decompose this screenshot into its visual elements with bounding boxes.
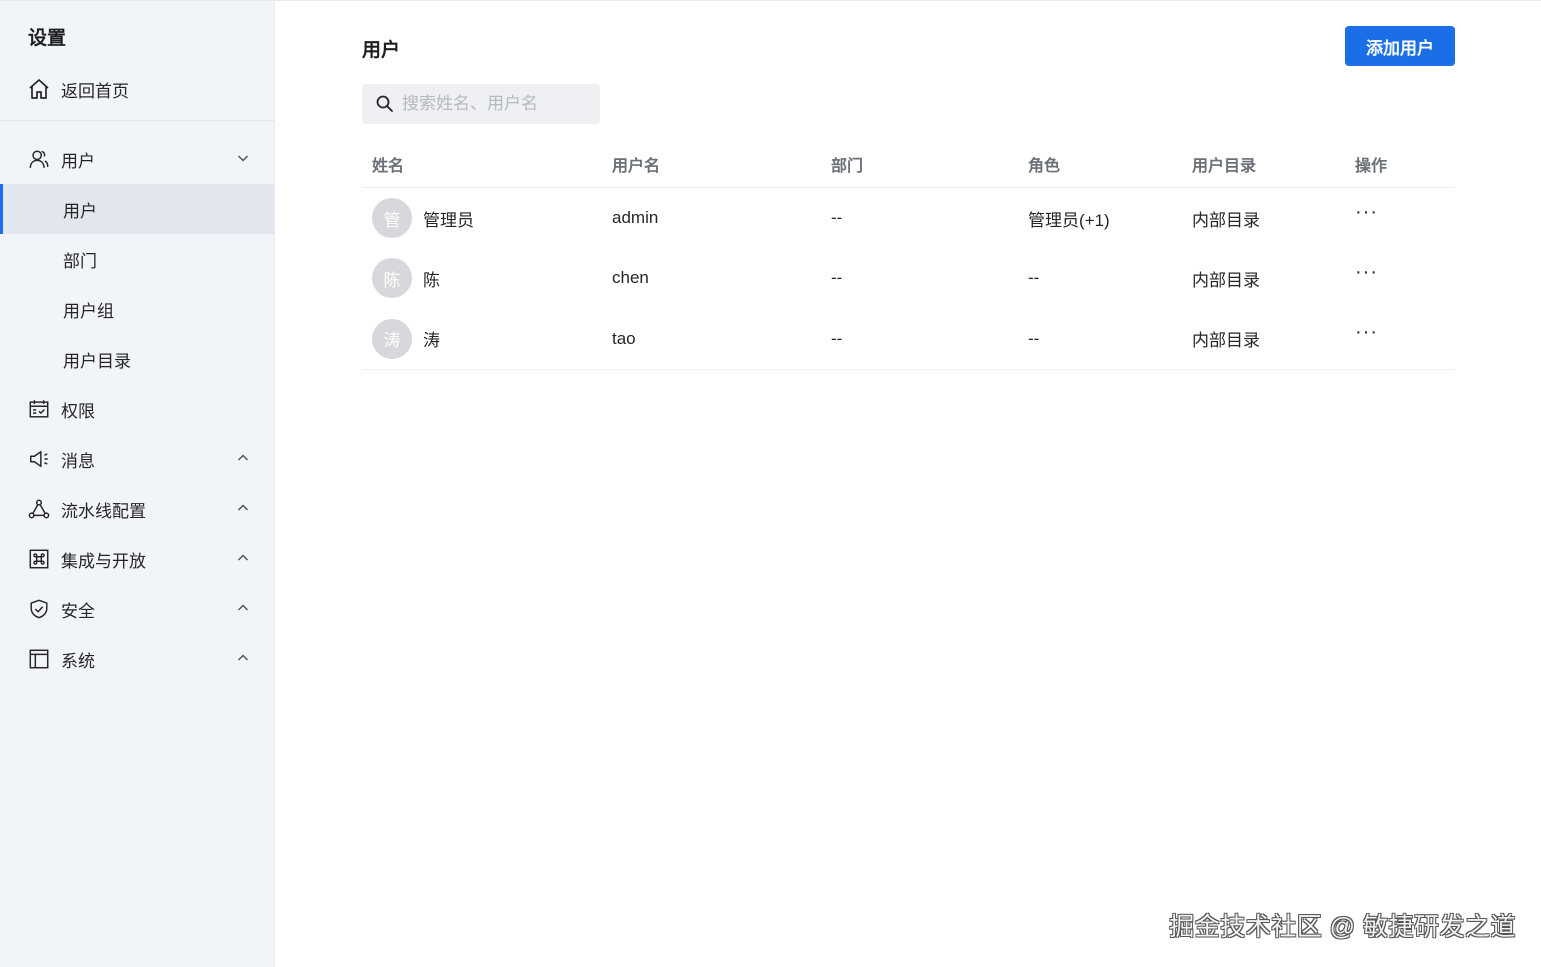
- chevron-up-icon: [237, 554, 249, 561]
- cell-username: tao: [612, 328, 636, 348]
- sidebar-item-users[interactable]: 用户: [0, 184, 274, 234]
- sidebar-nav: 用户 用户 部门 用户组 用户目录 权限 消息 流水线配置 集成与开放 安全 系…: [0, 134, 274, 684]
- cell-directory: 内部目录: [1192, 331, 1260, 350]
- column-header-name: 姓名: [372, 158, 405, 175]
- layout-icon: [27, 647, 51, 671]
- pipeline-icon: [27, 497, 51, 521]
- app-window: 设置 返回首页 用户 用户 部门 用户组 用户目录 权限 消息 流水线配置 集成…: [0, 0, 1541, 967]
- cell-department: --: [831, 328, 843, 348]
- avatar: 管: [372, 198, 412, 238]
- column-header-role: 角色: [1028, 158, 1061, 175]
- chevron-up-icon: [237, 504, 249, 511]
- sidebar-item-security[interactable]: 安全: [0, 584, 274, 634]
- sidebar-item-pipeline-config[interactable]: 流水线配置: [0, 484, 274, 534]
- calendar-check-icon: [27, 397, 51, 421]
- table-row[interactable]: 管 管理员 admin -- 管理员(+1) 内部目录 ···: [362, 188, 1455, 248]
- search-box[interactable]: [362, 84, 600, 124]
- avatar: 陈: [372, 258, 412, 298]
- back-home-link[interactable]: 返回首页: [0, 67, 274, 111]
- sidebar-item-label: 流水线配置: [61, 501, 146, 521]
- column-header-department: 部门: [831, 158, 864, 175]
- cell-role: 管理员(+1): [1028, 210, 1110, 230]
- table-row[interactable]: 陈 陈 chen -- -- 内部目录 ···: [362, 248, 1455, 308]
- cell-actions: ···: [1355, 248, 1378, 308]
- cell-name: 管 管理员: [372, 188, 474, 248]
- sidebar-title: 设置: [28, 28, 67, 49]
- sidebar-item-label: 用户: [61, 151, 95, 171]
- sidebar-item-permissions[interactable]: 权限: [0, 384, 274, 434]
- column-header-directory: 用户目录: [1192, 158, 1257, 175]
- column-header-actions: 操作: [1355, 158, 1388, 175]
- table-header: 姓名 用户名 部门 角色 用户目录 操作: [362, 141, 1455, 188]
- shield-icon: [27, 597, 51, 621]
- user-display-name: 管理员: [423, 210, 474, 230]
- sidebar-item-users-group[interactable]: 用户: [0, 134, 274, 184]
- sidebar-item-label: 消息: [61, 451, 95, 471]
- command-icon: [27, 547, 51, 571]
- cell-actions: ···: [1355, 188, 1378, 248]
- sidebar-item-departments[interactable]: 部门: [0, 234, 274, 284]
- table-row[interactable]: 涛 涛 tao -- -- 内部目录 ···: [362, 308, 1455, 370]
- cell-name: 涛 涛: [372, 308, 440, 369]
- more-actions-icon[interactable]: ···: [1355, 321, 1378, 344]
- cell-directory: 内部目录: [1192, 270, 1260, 290]
- chevron-down-icon: [237, 155, 249, 162]
- chevron-up-icon: [237, 654, 249, 661]
- cell-department: --: [831, 208, 843, 227]
- users-table: 姓名 用户名 部门 角色 用户目录 操作 管 管理员 admin -- 管理员(…: [362, 141, 1455, 370]
- add-user-button[interactable]: 添加用户: [1345, 26, 1455, 66]
- page-title: 用户: [362, 40, 401, 61]
- cell-role: --: [1028, 328, 1040, 348]
- back-home-label: 返回首页: [61, 81, 129, 101]
- search-icon: [376, 95, 393, 112]
- sidebar-item-integrations[interactable]: 集成与开放: [0, 534, 274, 584]
- main-content: 用户 添加用户 姓名 用户名 部门 角色 用户目录 操作 管 管理员: [275, 1, 1541, 967]
- sidebar-item-label: 安全: [61, 601, 95, 621]
- chevron-up-icon: [237, 454, 249, 461]
- sidebar-item-messages[interactable]: 消息: [0, 434, 274, 484]
- cell-username: admin: [612, 208, 659, 227]
- cell-username: chen: [612, 268, 649, 287]
- avatar: 涛: [372, 318, 412, 359]
- watermark: 掘金技术社区 @ 敏捷研发之道: [1169, 913, 1516, 941]
- cell-role: --: [1028, 268, 1040, 287]
- more-actions-icon[interactable]: ···: [1355, 261, 1378, 284]
- cell-name: 陈 陈: [372, 248, 440, 308]
- more-actions-icon[interactable]: ···: [1355, 201, 1378, 224]
- sidebar-divider: [0, 120, 274, 121]
- sidebar-item-label: 集成与开放: [61, 551, 146, 571]
- cell-actions: ···: [1355, 308, 1378, 369]
- cell-directory: 内部目录: [1192, 210, 1260, 230]
- sidebar-item-label: 权限: [61, 401, 95, 421]
- sidebar-item-label: 用户组: [63, 301, 114, 321]
- user-icon: [27, 147, 51, 171]
- chevron-up-icon: [237, 604, 249, 611]
- user-display-name: 陈: [423, 270, 440, 290]
- sidebar-item-system[interactable]: 系统: [0, 634, 274, 684]
- home-icon: [27, 77, 51, 101]
- user-display-name: 涛: [423, 331, 440, 350]
- sidebar-item-user-groups[interactable]: 用户组: [0, 284, 274, 334]
- sidebar-item-label: 部门: [63, 251, 97, 271]
- cell-department: --: [831, 268, 843, 287]
- sidebar-item-label: 用户: [63, 201, 97, 221]
- sidebar-item-label: 用户目录: [63, 351, 131, 371]
- sidebar-item-label: 系统: [61, 651, 95, 671]
- megaphone-icon: [27, 447, 51, 471]
- sidebar: 设置 返回首页 用户 用户 部门 用户组 用户目录 权限 消息 流水线配置 集成…: [0, 1, 275, 967]
- search-input[interactable]: [400, 93, 594, 115]
- column-header-username: 用户名: [612, 158, 661, 175]
- sidebar-item-user-directory[interactable]: 用户目录: [0, 334, 274, 384]
